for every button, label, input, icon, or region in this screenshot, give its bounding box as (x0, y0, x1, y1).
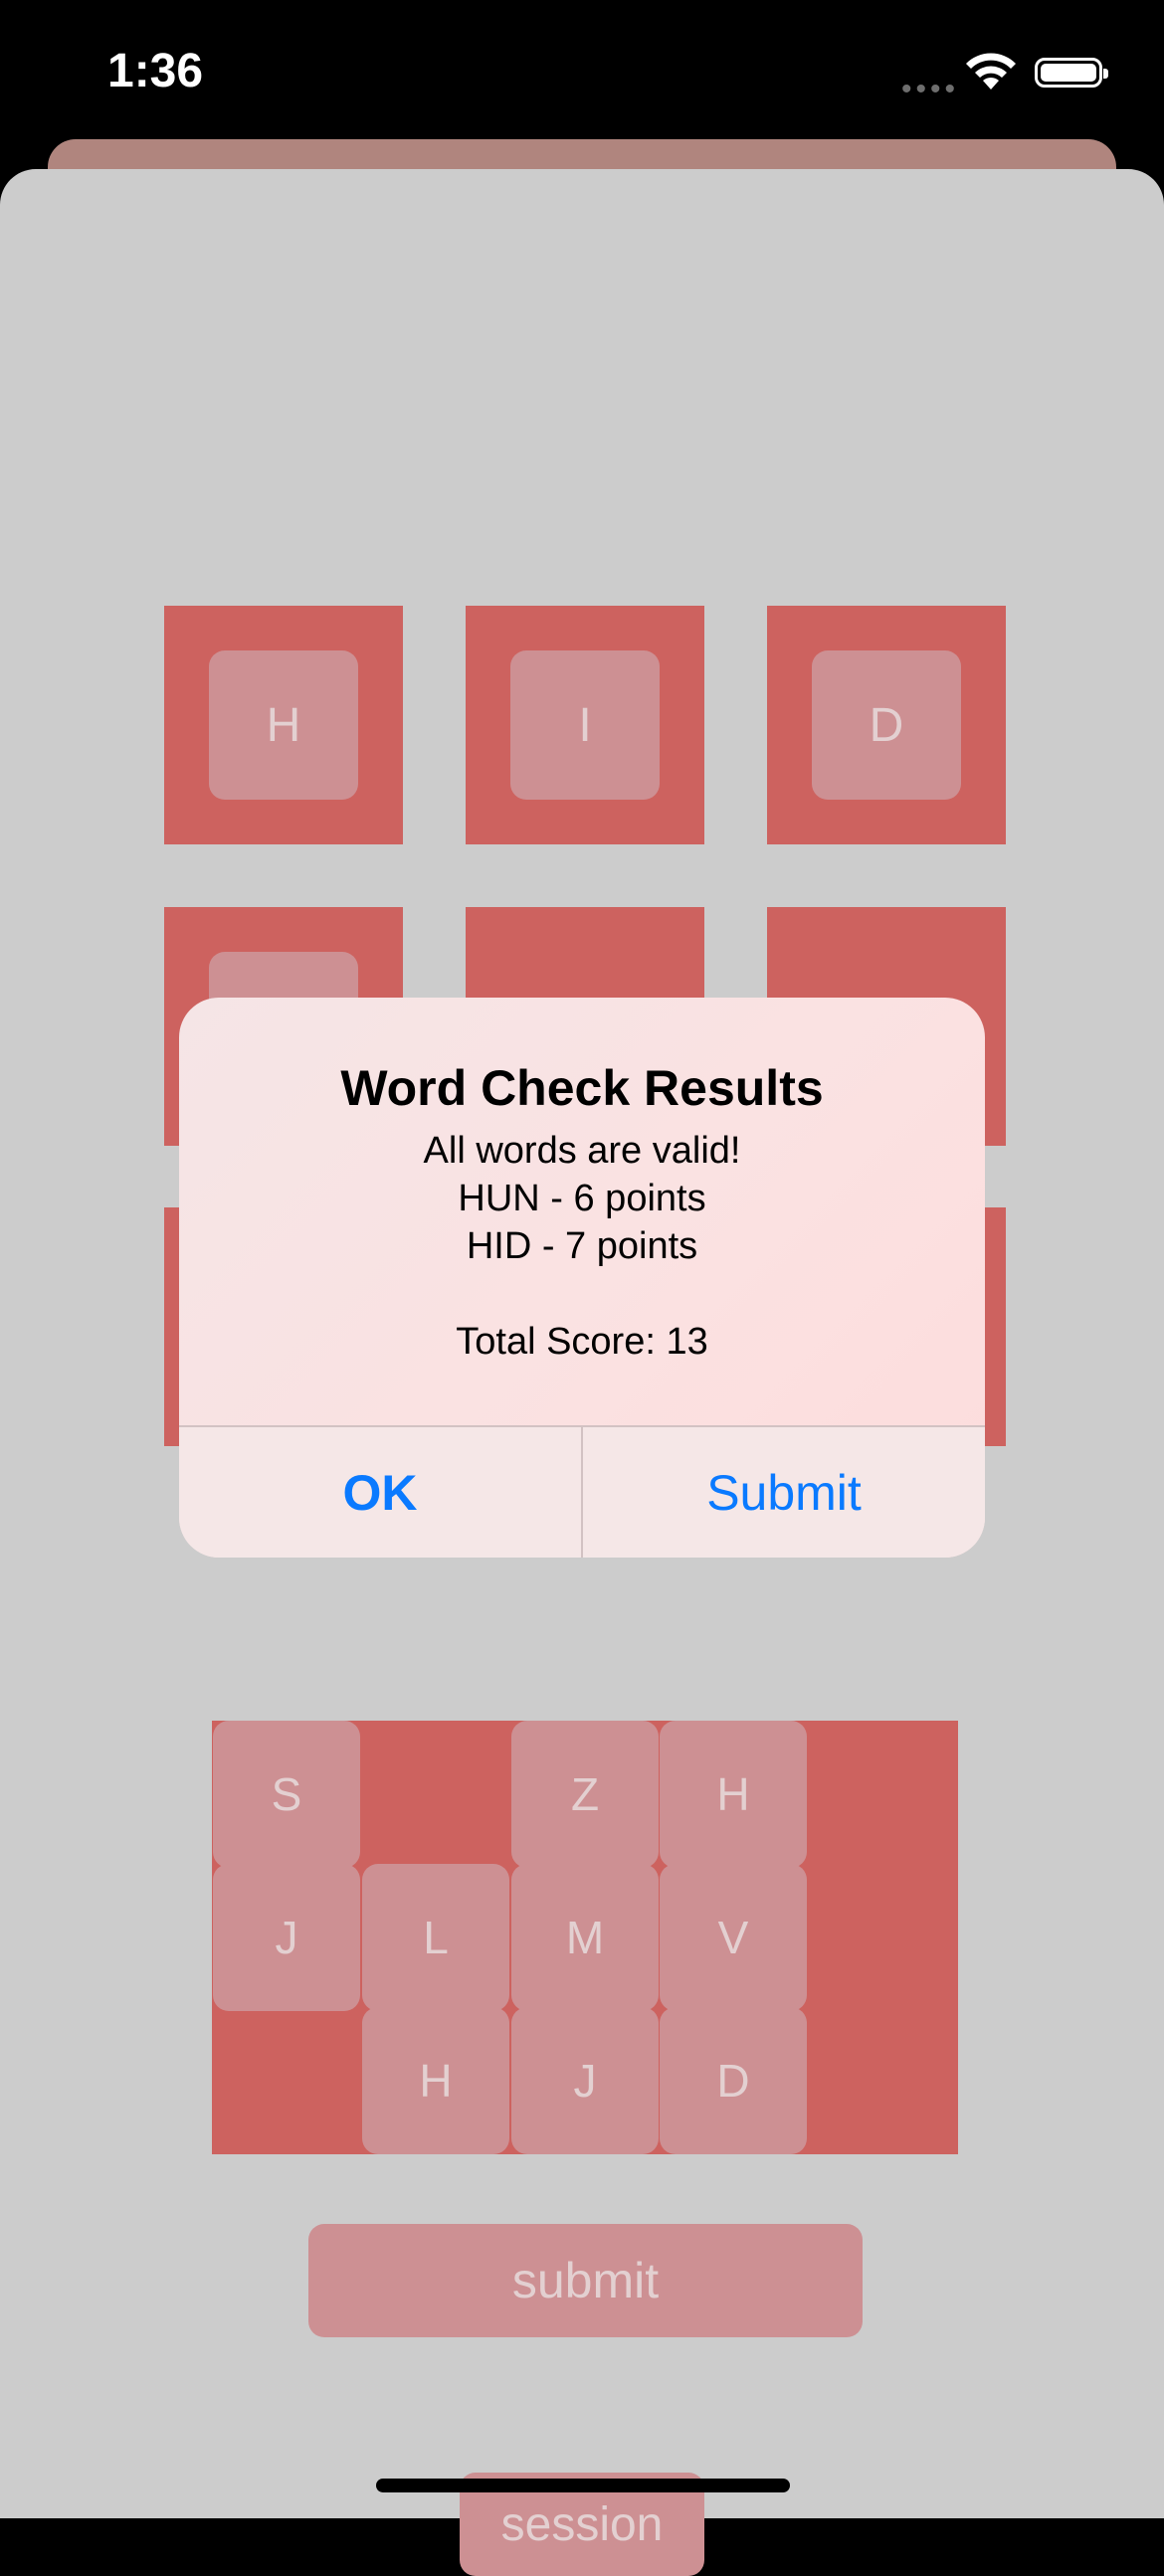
submit-button[interactable]: submit (308, 2224, 863, 2337)
letter-rack: S Z H J L M V H J D (212, 1721, 958, 2154)
board-cell[interactable]: D (767, 606, 1006, 844)
letter-key[interactable]: V (660, 1864, 807, 2011)
alert-ok-button[interactable]: OK (179, 1427, 581, 1558)
letter-key[interactable]: D (660, 2007, 807, 2154)
letter-key[interactable]: S (213, 1721, 360, 1868)
alert-message-line: HID - 7 points (466, 1225, 698, 1267)
board-tile[interactable]: H (209, 650, 358, 800)
board-tile[interactable]: D (812, 650, 961, 800)
signal-icon: •••• (901, 73, 960, 105)
board-cell[interactable]: I (466, 606, 704, 844)
letter-key[interactable]: H (362, 2007, 509, 2154)
word-check-alert: Word Check Results All words are valid! … (179, 998, 985, 1558)
alert-total-score: Total Score: 13 (456, 1321, 708, 1363)
battery-icon (1035, 58, 1108, 88)
home-indicator[interactable] (376, 2479, 790, 2492)
board-cell[interactable]: H (164, 606, 403, 844)
letter-key[interactable]: J (511, 2007, 659, 2154)
alert-title: Word Check Results (340, 1060, 824, 1116)
status-bar: 1:36 •••• (0, 0, 1164, 149)
alert-message-line: HUN - 6 points (458, 1178, 706, 1219)
wifi-icon (966, 53, 1016, 90)
status-time: 1:36 (107, 45, 204, 97)
alert-submit-button[interactable]: Submit (583, 1427, 985, 1558)
letter-key[interactable]: H (660, 1721, 807, 1868)
letter-key[interactable]: J (213, 1864, 360, 2011)
letter-key[interactable]: Z (511, 1721, 659, 1868)
letter-key[interactable]: L (362, 1864, 509, 2011)
board-tile[interactable]: I (510, 650, 660, 800)
letter-key[interactable]: M (511, 1864, 659, 2011)
alert-message-line: All words are valid! (423, 1130, 741, 1172)
